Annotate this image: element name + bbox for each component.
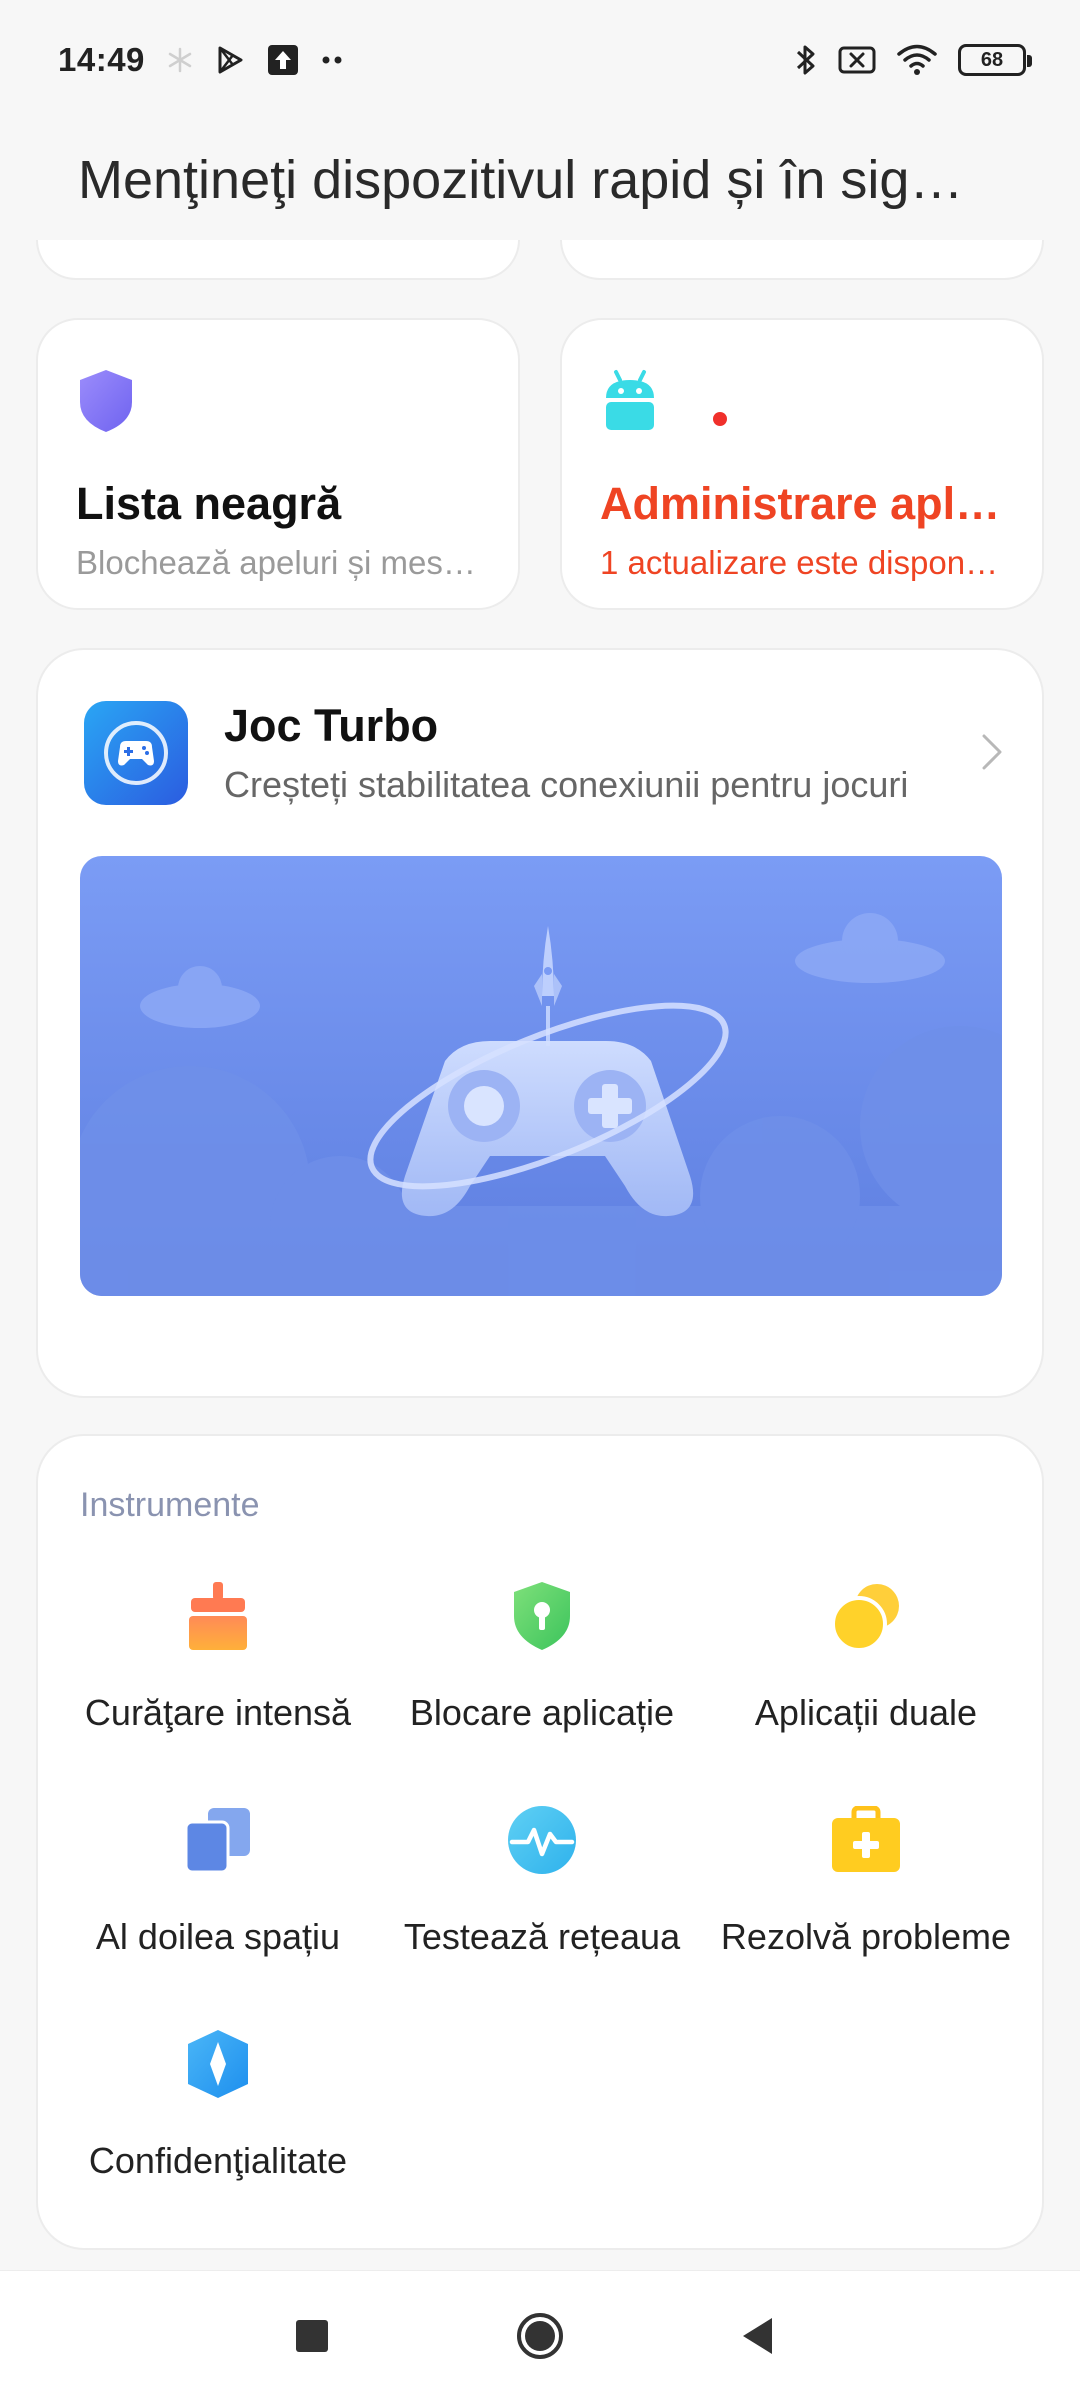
network-pulse-icon [502, 1800, 582, 1880]
tools-heading: Instrumente [80, 1486, 260, 1524]
battery-icon: 68 [958, 44, 1032, 76]
dual-circles-icon [826, 1576, 906, 1656]
tool-label: Confidenţialitate [88, 2140, 348, 2181]
tool-deep-clean[interactable]: Curăţare intensă [56, 1576, 380, 1750]
game-turbo-subtitle: Creșteți stabilitatea conexiunii pentru … [224, 764, 909, 805]
back-triangle-icon[interactable] [698, 2271, 818, 2400]
tool-label: Al doilea spațiu [95, 1916, 341, 1957]
play-store-icon [215, 45, 245, 75]
second-space-icon [178, 1800, 258, 1880]
game-turbo-card[interactable]: Joc Turbo Creșteți stabilitatea conexiun… [36, 648, 1044, 1398]
tools-grid: Curăţare intensă Blocare aplicație Aplic… [38, 1576, 1046, 2198]
game-turbo-header: Joc Turbo Creșteți stabilitatea conexiun… [84, 700, 908, 806]
blacklist-card[interactable]: Lista neagră Blochează apeluri și mesaje [36, 318, 520, 610]
status-bar: 14:49 68 [0, 0, 1080, 120]
gamepad-icon [84, 701, 188, 805]
app-management-subtitle: 1 actualizare este disponib… [600, 544, 1004, 581]
no-sim-icon [838, 45, 876, 75]
app-management-card[interactable]: Administrare apli… 1 actualizare este di… [560, 318, 1044, 610]
tool-label: Rezolvă probleme [720, 1916, 1012, 1957]
page-header: Menţineţi dispozitivul rapid și în sig… [0, 120, 1080, 240]
first-aid-icon [826, 1800, 906, 1880]
bluetooth-icon [794, 42, 818, 78]
tool-second-space[interactable]: Al doilea spațiu [56, 1800, 380, 1974]
lock-shield-icon [502, 1576, 582, 1656]
tool-label: Testează rețeaua [403, 1916, 681, 1957]
battery-level: 68 [980, 48, 1004, 71]
navigation-bar [0, 2270, 1080, 2400]
game-turbo-title: Joc Turbo [224, 700, 439, 751]
snowflake-icon [167, 47, 193, 73]
tool-privacy[interactable]: Confidenţialitate [56, 2024, 380, 2198]
tool-label: Aplicații duale [754, 1692, 978, 1733]
tools-card: Instrumente Curăţare intensă Blocare apl… [36, 1434, 1044, 2250]
wifi-icon [896, 43, 938, 77]
game-turbo-texts: Joc Turbo Creșteți stabilitatea conexiun… [224, 700, 908, 806]
game-turbo-banner[interactable] [80, 856, 1002, 1296]
tool-network-test[interactable]: Testează rețeaua [380, 1800, 704, 1974]
android-icon [600, 368, 727, 438]
blacklist-title: Lista neagră [76, 478, 342, 529]
chevron-right-icon[interactable] [980, 732, 1004, 777]
clipped-card-right[interactable] [560, 240, 1044, 280]
app-management-title: Administrare apli… [600, 478, 1004, 529]
status-right: 68 [794, 42, 1032, 78]
home-circle-icon[interactable] [480, 2271, 600, 2400]
more-dots-icon [321, 55, 345, 65]
privacy-icon [178, 2024, 258, 2104]
broom-icon [178, 1576, 258, 1656]
status-left: 14:49 [58, 41, 345, 79]
tool-label: Curăţare intensă [84, 1692, 352, 1733]
shield-icon [76, 368, 146, 438]
tool-troubleshoot[interactable]: Rezolvă probleme [704, 1800, 1028, 1974]
tool-dual-apps[interactable]: Aplicații duale [704, 1576, 1028, 1750]
recents-square-icon[interactable] [252, 2271, 372, 2400]
tool-label: Blocare aplicație [409, 1692, 675, 1733]
status-time: 14:49 [58, 41, 145, 78]
page-title: Menţineţi dispozitivul rapid și în sig… [78, 150, 964, 210]
blacklist-subtitle: Blochează apeluri și mesaje [76, 544, 480, 581]
upload-icon [267, 44, 299, 76]
tool-app-lock[interactable]: Blocare aplicație [380, 1576, 704, 1750]
clipped-card-left[interactable] [36, 240, 520, 280]
notification-dot [713, 412, 727, 426]
